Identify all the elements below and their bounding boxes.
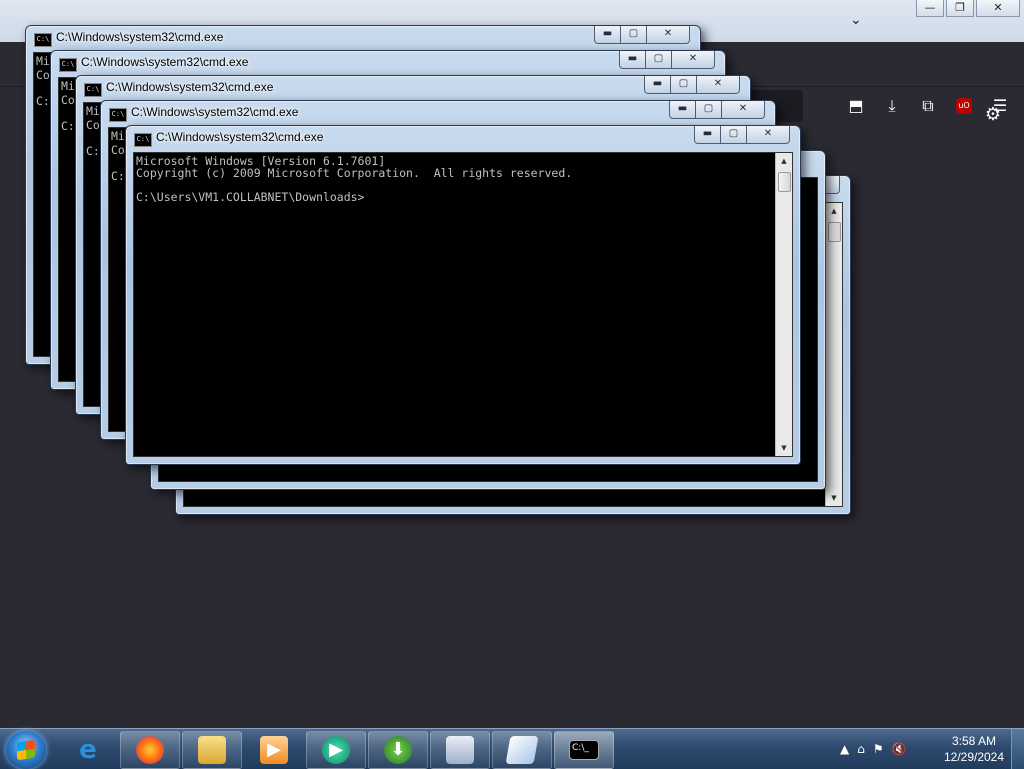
title-bar[interactable]: C:\ C:\Windows\system32\cmd.exe ▬ ▢ ✕	[126, 126, 800, 150]
browser-close-button[interactable]: ✕	[976, 0, 1020, 17]
title-bar[interactable]: C:\ C:\Windows\system32\cmd.exe ▬ ▢ ✕	[26, 26, 700, 50]
system-tray: ▲ ⌂ ⚑ 🔇	[840, 729, 907, 769]
window-title: C:\Windows\system32\cmd.exe	[56, 30, 224, 44]
internet-explorer-icon: e	[79, 735, 97, 765]
windows-logo-icon	[17, 739, 35, 761]
window-title: C:\Windows\system32\cmd.exe	[106, 80, 274, 94]
close-button[interactable]: ✕	[646, 26, 690, 44]
computer-icon	[446, 736, 474, 764]
window-title: C:\Windows\system32\cmd.exe	[156, 130, 324, 144]
cmd-icon: C:\	[109, 108, 127, 122]
taskbar-notepad[interactable]	[492, 731, 552, 769]
taskbar-network-app[interactable]	[430, 731, 490, 769]
window-title: C:\Windows\system32\cmd.exe	[81, 55, 249, 69]
minimize-button[interactable]: ▬	[694, 126, 721, 144]
clock[interactable]: 3:58 AM 12/29/2024	[938, 733, 1010, 765]
firefox-icon	[136, 736, 164, 764]
title-bar[interactable]: C:\ C:\Windows\system32\cmd.exe ▬ ▢ ✕	[76, 76, 750, 100]
minimize-button[interactable]: ▬	[594, 26, 621, 44]
window-controls: ▬ ▢ ✕	[694, 126, 790, 144]
volume-muted-icon[interactable]: 🔇	[892, 742, 907, 756]
show-hidden-icons-icon[interactable]: ▲	[840, 742, 849, 756]
gear-icon[interactable]: ⚙	[983, 105, 1003, 125]
title-bar[interactable]: C:\ C:\Windows\system32\cmd.exe ▬ ▢ ✕	[101, 101, 775, 125]
maximize-button[interactable]: ▢	[720, 126, 747, 144]
taskbar-media-player[interactable]: ▶	[244, 731, 304, 769]
taskbar-download-manager[interactable]: ⬇	[368, 731, 428, 769]
cmd-icon: C:\	[134, 133, 152, 147]
show-desktop-button[interactable]	[1011, 729, 1024, 769]
title-bar[interactable]: C:\ C:\Windows\system32\cmd.exe ▬ ▢ ✕	[51, 51, 725, 75]
window-controls: ▬ ▢ ✕	[619, 51, 715, 69]
notepad-icon	[505, 736, 539, 764]
cmd-icon: C:\	[59, 58, 77, 72]
scrollbar[interactable]: ▲ ▼	[775, 153, 792, 456]
window-title: C:\Windows\system32\cmd.exe	[131, 105, 299, 119]
minimize-button[interactable]: ▬	[644, 76, 671, 94]
network-icon[interactable]: ⌂	[857, 742, 865, 756]
folder-icon	[198, 736, 226, 764]
start-button[interactable]	[6, 731, 46, 769]
download-manager-icon: ⬇	[384, 736, 412, 764]
minimize-button[interactable]: ▬	[669, 101, 696, 119]
taskbar-firefox[interactable]	[120, 731, 180, 769]
app-5-icon: ▶	[322, 736, 350, 764]
close-button[interactable]: ✕	[671, 51, 715, 69]
window-controls: ▬ ▢ ✕	[594, 26, 690, 44]
maximize-button[interactable]: ▢	[670, 76, 697, 94]
maximize-button[interactable]: ▢	[620, 26, 647, 44]
tab-list-chevron-icon[interactable]: ⌄	[850, 12, 862, 28]
scroll-down-icon[interactable]: ▼	[826, 490, 842, 506]
scroll-up-icon[interactable]: ▲	[826, 203, 842, 219]
taskbar-cmd[interactable]: C:\_	[554, 731, 614, 769]
cmd-icon: C:\	[84, 83, 102, 97]
browser-maximize-button[interactable]: ❐	[946, 0, 974, 17]
taskbar-file-explorer[interactable]	[182, 731, 242, 769]
console-area[interactable]: Microsoft Windows [Version 6.1.7601] Cop…	[133, 152, 793, 457]
cmd-icon: C:\	[34, 33, 52, 47]
browser-window-controls: — ❐ ✕	[916, 0, 1020, 17]
scrollbar[interactable]: ▲ ▼	[825, 203, 842, 506]
maximize-button[interactable]: ▢	[645, 51, 672, 69]
scroll-thumb[interactable]	[828, 222, 841, 242]
maximize-button[interactable]: ▢	[695, 101, 722, 119]
clock-date: 12/29/2024	[943, 750, 1005, 764]
pocket-icon[interactable]: ⬒	[846, 96, 866, 116]
window-controls: ▬ ▢ ✕	[669, 101, 765, 119]
close-button[interactable]: ✕	[696, 76, 740, 94]
taskbar-internet-explorer[interactable]: e	[58, 731, 118, 769]
action-center-flag-icon[interactable]: ⚑	[873, 742, 884, 756]
download-icon[interactable]: ⤓	[882, 96, 902, 116]
cmd-icon: C:\_	[569, 740, 599, 760]
clock-time: 3:58 AM	[951, 734, 997, 748]
taskbar: e ▶ ▶ ⬇ C:\_ ▲ ⌂ ⚑ 🔇 3:58 AM 12/29/2024	[0, 728, 1024, 769]
taskbar-app-5[interactable]: ▶	[306, 731, 366, 769]
minimize-button[interactable]: ▬	[619, 51, 646, 69]
scroll-up-icon[interactable]: ▲	[776, 153, 792, 169]
close-button[interactable]: ✕	[746, 126, 790, 144]
extensions-icon[interactable]: ⧉	[918, 96, 938, 116]
cmd-window-front[interactable]: C:\ C:\Windows\system32\cmd.exe ▬ ▢ ✕ Mi…	[125, 125, 801, 465]
scroll-down-icon[interactable]: ▼	[776, 440, 792, 456]
browser-minimize-button[interactable]: —	[916, 0, 944, 17]
media-player-icon: ▶	[260, 736, 288, 764]
window-controls: ▬ ▢ ✕	[644, 76, 740, 94]
scroll-thumb[interactable]	[778, 172, 791, 192]
ublock-icon[interactable]: uO	[956, 98, 972, 114]
console-output[interactable]: Microsoft Windows [Version 6.1.7601] Cop…	[134, 153, 792, 203]
close-button[interactable]: ✕	[721, 101, 765, 119]
